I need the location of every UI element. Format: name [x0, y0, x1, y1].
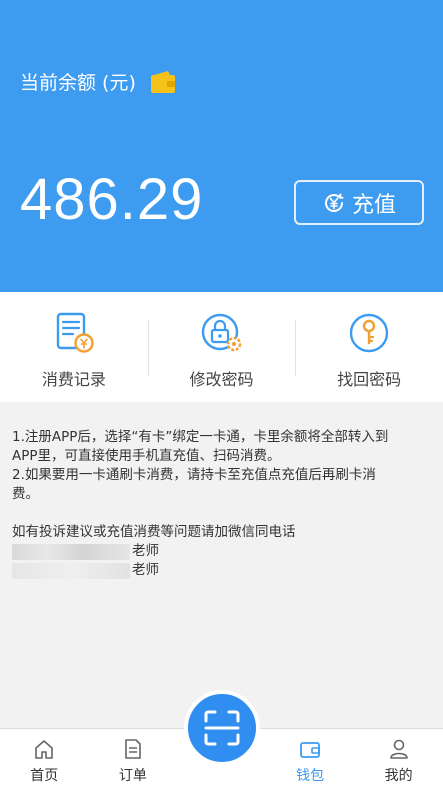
notice-text: 1.注册APP后，选择“有卡”绑定一卡通，卡里余额将全部转入到 APP里，可直接…	[12, 428, 432, 580]
lock-gear-icon	[201, 313, 241, 352]
tab-label: 钱包	[296, 768, 325, 784]
user-icon	[389, 739, 408, 759]
notice-line: 1.注册APP后，选择“有卡”绑定一卡通，卡里余额将全部转入到	[12, 429, 389, 445]
yen-circle-icon	[324, 193, 344, 212]
consumption-records-button[interactable]: 消费记录	[0, 292, 148, 402]
tab-profile[interactable]: 我的	[354, 729, 443, 793]
redacted-phone	[12, 562, 130, 579]
bill-icon	[56, 312, 94, 353]
contact-intro: 如有投诉建议或充值消费等问题请加微信同电话	[12, 524, 296, 540]
tab-orders[interactable]: 订单	[89, 729, 178, 793]
scan-icon	[204, 710, 240, 746]
scan-button[interactable]	[184, 690, 260, 766]
recharge-button[interactable]: 充值	[294, 180, 424, 225]
wallet-icon	[300, 742, 320, 758]
balance-label-row: 当前余额 (元)	[20, 68, 176, 95]
contact-suffix: 老师	[132, 562, 159, 578]
tab-home[interactable]: 首页	[0, 729, 89, 793]
tab-label: 订单	[118, 768, 147, 784]
tab-label: 首页	[30, 768, 59, 784]
change-password-button[interactable]: 修改密码	[147, 292, 296, 402]
notice-line: 2.如果要用一卡通刷卡消费，请持卡至充值点充值后再刷卡消	[12, 467, 376, 483]
quick-actions: 消费记录 修改密码 找回密码	[0, 292, 443, 402]
home-icon	[35, 740, 54, 759]
wallet-icon	[150, 70, 175, 93]
redacted-phone	[12, 543, 130, 560]
action-label: 修改密码	[189, 370, 254, 389]
notice-line: APP里，可直接使用手机直充值、扫码消费。	[12, 448, 281, 464]
balance-label: 当前余额 (元)	[20, 72, 136, 94]
order-icon	[125, 739, 141, 759]
recharge-label: 充值	[351, 192, 396, 218]
notice-line: 费。	[12, 486, 39, 502]
key-icon	[349, 313, 389, 353]
recover-password-button[interactable]: 找回密码	[295, 292, 443, 402]
contact-suffix: 老师	[132, 543, 159, 559]
tab-label: 我的	[384, 768, 413, 784]
action-label: 找回密码	[337, 370, 402, 389]
action-label: 消费记录	[41, 370, 106, 389]
contact-row: 老师	[12, 542, 432, 561]
balance-amount: 486.29	[20, 167, 204, 232]
tab-wallet[interactable]: 钱包	[266, 729, 355, 793]
contact-row: 老师	[12, 561, 432, 580]
wallet-header: 当前余额 (元) 486.29 充值	[0, 0, 443, 292]
